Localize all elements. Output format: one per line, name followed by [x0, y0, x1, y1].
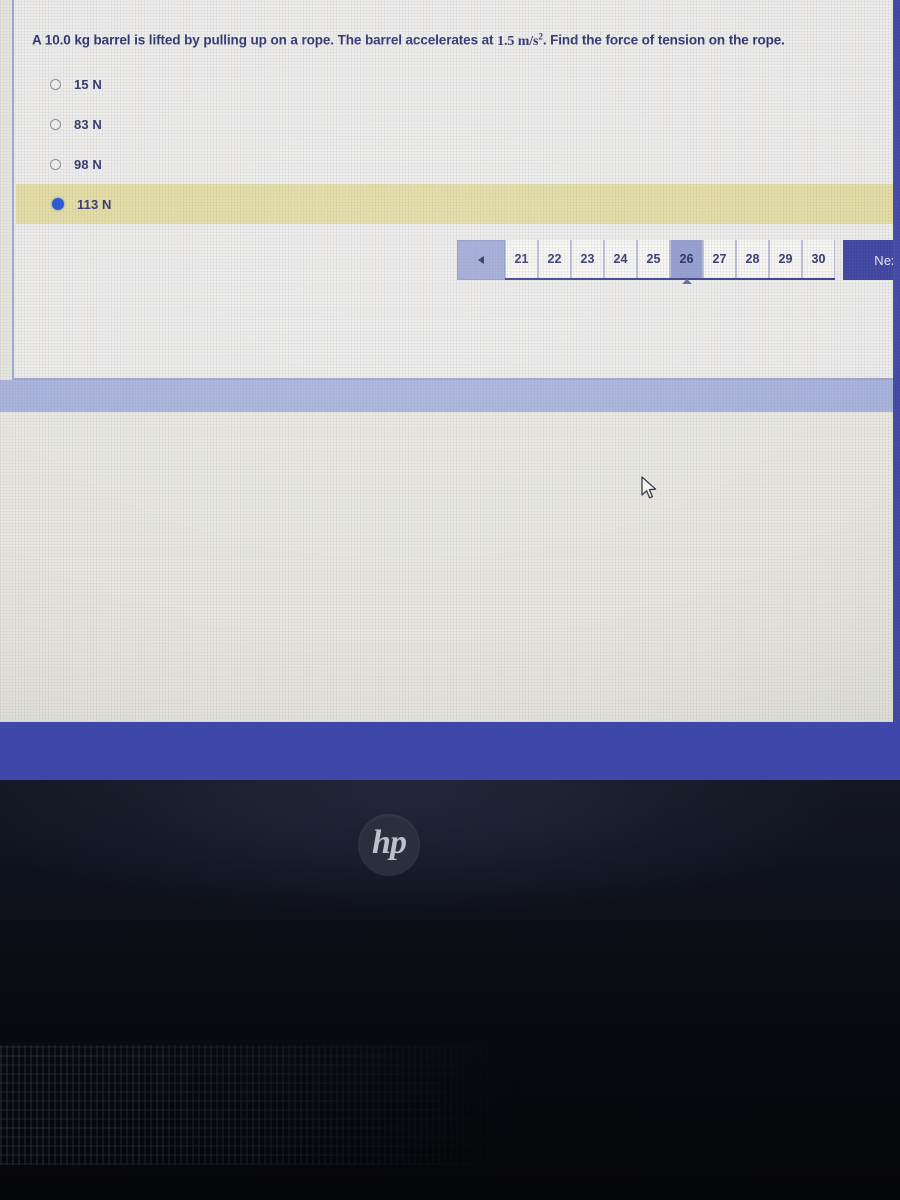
- answer-options-list: 15 N 83 N 98 N 113 N: [14, 64, 900, 224]
- page-empty-body: [0, 412, 900, 722]
- page-number-26-active[interactable]: 26: [670, 240, 703, 278]
- bezel-light-sheen: [0, 780, 900, 960]
- question-text: A 10.0 kg barrel is lifted by pulling up…: [32, 28, 892, 50]
- answer-option-label: 15 N: [74, 76, 102, 92]
- answer-option-2[interactable]: 83 N: [14, 104, 900, 144]
- answer-option-label: 98 N: [74, 156, 102, 172]
- page-number-30[interactable]: 30: [802, 240, 835, 278]
- page-number-28[interactable]: 28: [736, 240, 769, 278]
- question-prefix: A 10.0 kg barrel is lifted by pulling up…: [32, 32, 498, 48]
- page-number-23[interactable]: 23: [571, 240, 604, 278]
- page-number-22[interactable]: 22: [538, 240, 571, 278]
- page-number-25[interactable]: 25: [637, 240, 670, 278]
- answer-option-1[interactable]: 15 N: [14, 64, 900, 104]
- acceleration-number: 1.5 m/s: [497, 33, 539, 49]
- mouse-cursor-icon: [641, 476, 657, 499]
- chevron-left-icon: [478, 256, 484, 264]
- hp-logo-text: hp: [372, 824, 407, 861]
- hp-logo: hp: [358, 814, 420, 876]
- answer-option-3[interactable]: 98 N: [14, 144, 900, 184]
- radio-button-icon[interactable]: [50, 158, 61, 170]
- browser-right-edge: [893, 0, 900, 722]
- speaker-grille-texture: [0, 1045, 520, 1165]
- radio-button-selected-icon[interactable]: [52, 198, 64, 210]
- pagination: 21 22 23 24 25 26 27 28 29 30 Next: [457, 240, 900, 280]
- page-number-29[interactable]: 29: [769, 240, 802, 278]
- answer-option-label: 113 N: [77, 196, 112, 212]
- screen-footer-band: [0, 722, 900, 780]
- laptop-bezel: [0, 780, 900, 1200]
- next-page-button[interactable]: Next: [843, 240, 900, 280]
- question-suffix: . Find the force of tension on the rope.: [542, 32, 785, 48]
- screenshot-root: A 10.0 kg barrel is lifted by pulling up…: [0, 0, 900, 1200]
- answer-option-label: 83 N: [74, 116, 102, 132]
- radio-button-icon[interactable]: [50, 118, 61, 130]
- question-acceleration-value: 1.5 m/s2: [497, 31, 543, 49]
- page-number-21[interactable]: 21: [505, 240, 538, 278]
- page-divider-band: [0, 380, 900, 412]
- radio-button-icon[interactable]: [50, 78, 61, 90]
- quiz-panel: A 10.0 kg barrel is lifted by pulling up…: [12, 0, 900, 380]
- laptop-screen: A 10.0 kg barrel is lifted by pulling up…: [0, 0, 900, 722]
- answer-option-4-selected[interactable]: 113 N: [16, 184, 900, 224]
- page-number-list: 21 22 23 24 25 26 27 28 29 30: [505, 240, 835, 280]
- page-number-24[interactable]: 24: [604, 240, 637, 278]
- previous-page-button[interactable]: [457, 240, 505, 280]
- page-number-27[interactable]: 27: [703, 240, 736, 278]
